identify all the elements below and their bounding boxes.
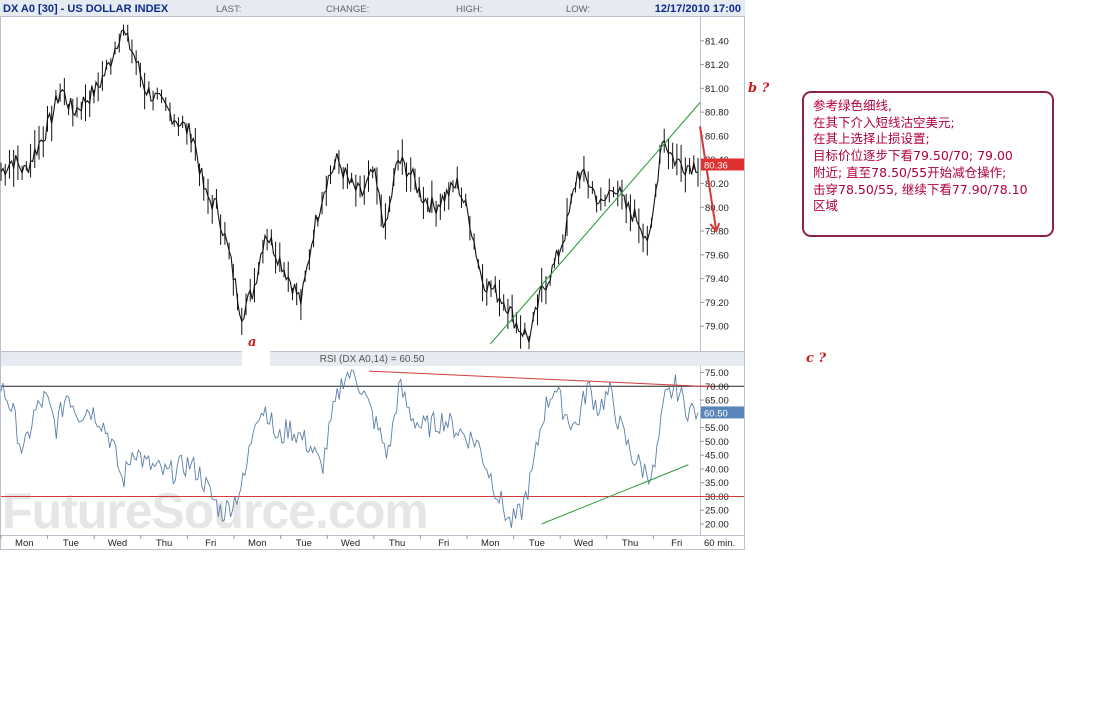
x-tick-label: Wed — [108, 538, 127, 549]
note-line: 区域 — [813, 198, 839, 214]
rsi-tick-label: 35.00 — [705, 478, 729, 489]
x-tick-label: Fri — [205, 538, 216, 549]
x-tick-label: Fri — [671, 538, 682, 549]
high-label: HIGH: — [456, 4, 482, 15]
rsi-last-value: 60.50 — [704, 408, 728, 419]
x-tick-label: Mon — [248, 538, 266, 549]
rsi-title: RSI (DX A0,14) = 60.50 — [320, 354, 425, 365]
price-tick-label: 79.20 — [705, 298, 729, 309]
price-tick-label: 80.80 — [705, 108, 729, 119]
price-tick-label: 80.60 — [705, 131, 729, 142]
chart-border — [0, 16, 745, 550]
x-tick-label: Tue — [63, 538, 79, 549]
annotation-b: b ? — [748, 81, 770, 96]
note-line: 目标价位逐步下看79.50/70; 79.00 — [813, 148, 1013, 164]
price-trendline-green — [489, 102, 701, 345]
x-tick-label: Thu — [389, 538, 405, 549]
price-line — [0, 29, 698, 343]
note-line: 在其上选择止损设置; — [813, 131, 930, 147]
x-tick-label: Mon — [15, 538, 33, 549]
note-line: 附近; 直至78.50/55开始减仓操作; — [813, 164, 1007, 180]
rsi-axis: 75.0070.0065.0060.0055.0050.0045.0040.00… — [700, 368, 729, 530]
annotation-a-backdrop — [242, 350, 270, 367]
chart-title: DX A0 [30] - US DOLLAR INDEX — [3, 3, 169, 15]
x-tick-label: Tue — [296, 538, 312, 549]
price-tick-label: 81.20 — [705, 60, 729, 71]
x-tick-label: Wed — [341, 538, 360, 549]
rsi-reference-lines — [1, 385, 744, 497]
x-tick-label: Mon — [481, 538, 499, 549]
rsi-trendline-green — [541, 464, 689, 525]
price-tick-label: 79.40 — [705, 274, 729, 285]
price-tick-label: 81.40 — [705, 36, 729, 47]
x-unit-label: 60 min. — [704, 538, 735, 549]
rsi-tick-label: 65.00 — [705, 396, 729, 407]
price-tick-label: 81.00 — [705, 84, 729, 95]
rsi-tick-label: 75.00 — [705, 368, 729, 379]
rsi-tick-label: 30.00 — [705, 492, 729, 503]
low-label: LOW: — [566, 4, 590, 15]
rsi-tick-label: 45.00 — [705, 451, 729, 462]
trendlines — [369, 102, 721, 525]
note-line: 击穿78.50/55, 继续下看77.90/78.10 — [813, 181, 1028, 197]
strategy-note: 参考绿色细线, 在其下介入短线沽空美元; 在其上选择止损设置; 目标价位逐步下看… — [802, 91, 1054, 237]
change-label: CHANGE: — [326, 4, 369, 15]
x-tick-label: Wed — [574, 538, 593, 549]
price-tick-label: 80.00 — [705, 203, 729, 214]
note-line: 参考绿色细线, — [813, 98, 892, 113]
rsi-tick-label: 25.00 — [705, 506, 729, 517]
rsi-tick-label: 20.00 — [705, 519, 729, 530]
price-tick-label: 79.00 — [705, 322, 729, 333]
price-axis: 81.4081.2081.0080.8080.6080.4080.2080.00… — [700, 36, 729, 333]
header-datetime: 12/17/2010 17:00 — [655, 3, 741, 15]
price-last-value: 80.36 — [704, 160, 728, 171]
value-tags: 80.36 60.50 — [701, 158, 744, 419]
watermark: FutureSource.com — [2, 483, 428, 539]
x-tick-label: Tue — [529, 538, 545, 549]
note-line: 在其下介入短线沽空美元; — [813, 114, 955, 130]
rsi-tick-label: 50.00 — [705, 437, 729, 448]
rsi-tick-label: 70.00 — [705, 382, 729, 393]
x-tick-label: Thu — [622, 538, 638, 549]
rsi-tick-label: 40.00 — [705, 464, 729, 475]
chart-frame: DX A0 [30] - US DOLLAR INDEX LAST: CHANG… — [0, 0, 745, 550]
last-label: LAST: — [216, 4, 241, 15]
x-tick-label: Fri — [438, 538, 449, 549]
rsi-tick-label: 55.00 — [705, 423, 729, 434]
x-tick-label: Thu — [156, 538, 172, 549]
chart-svg[interactable]: DX A0 [30] - US DOLLAR INDEX LAST: CHANG… — [0, 0, 745, 550]
annotation-a: a — [248, 335, 257, 350]
annotation-c: c ? — [806, 351, 827, 366]
rsi-trendline-red — [369, 370, 715, 388]
price-series[interactable] — [0, 24, 699, 350]
price-tick-label: 79.60 — [705, 250, 729, 261]
